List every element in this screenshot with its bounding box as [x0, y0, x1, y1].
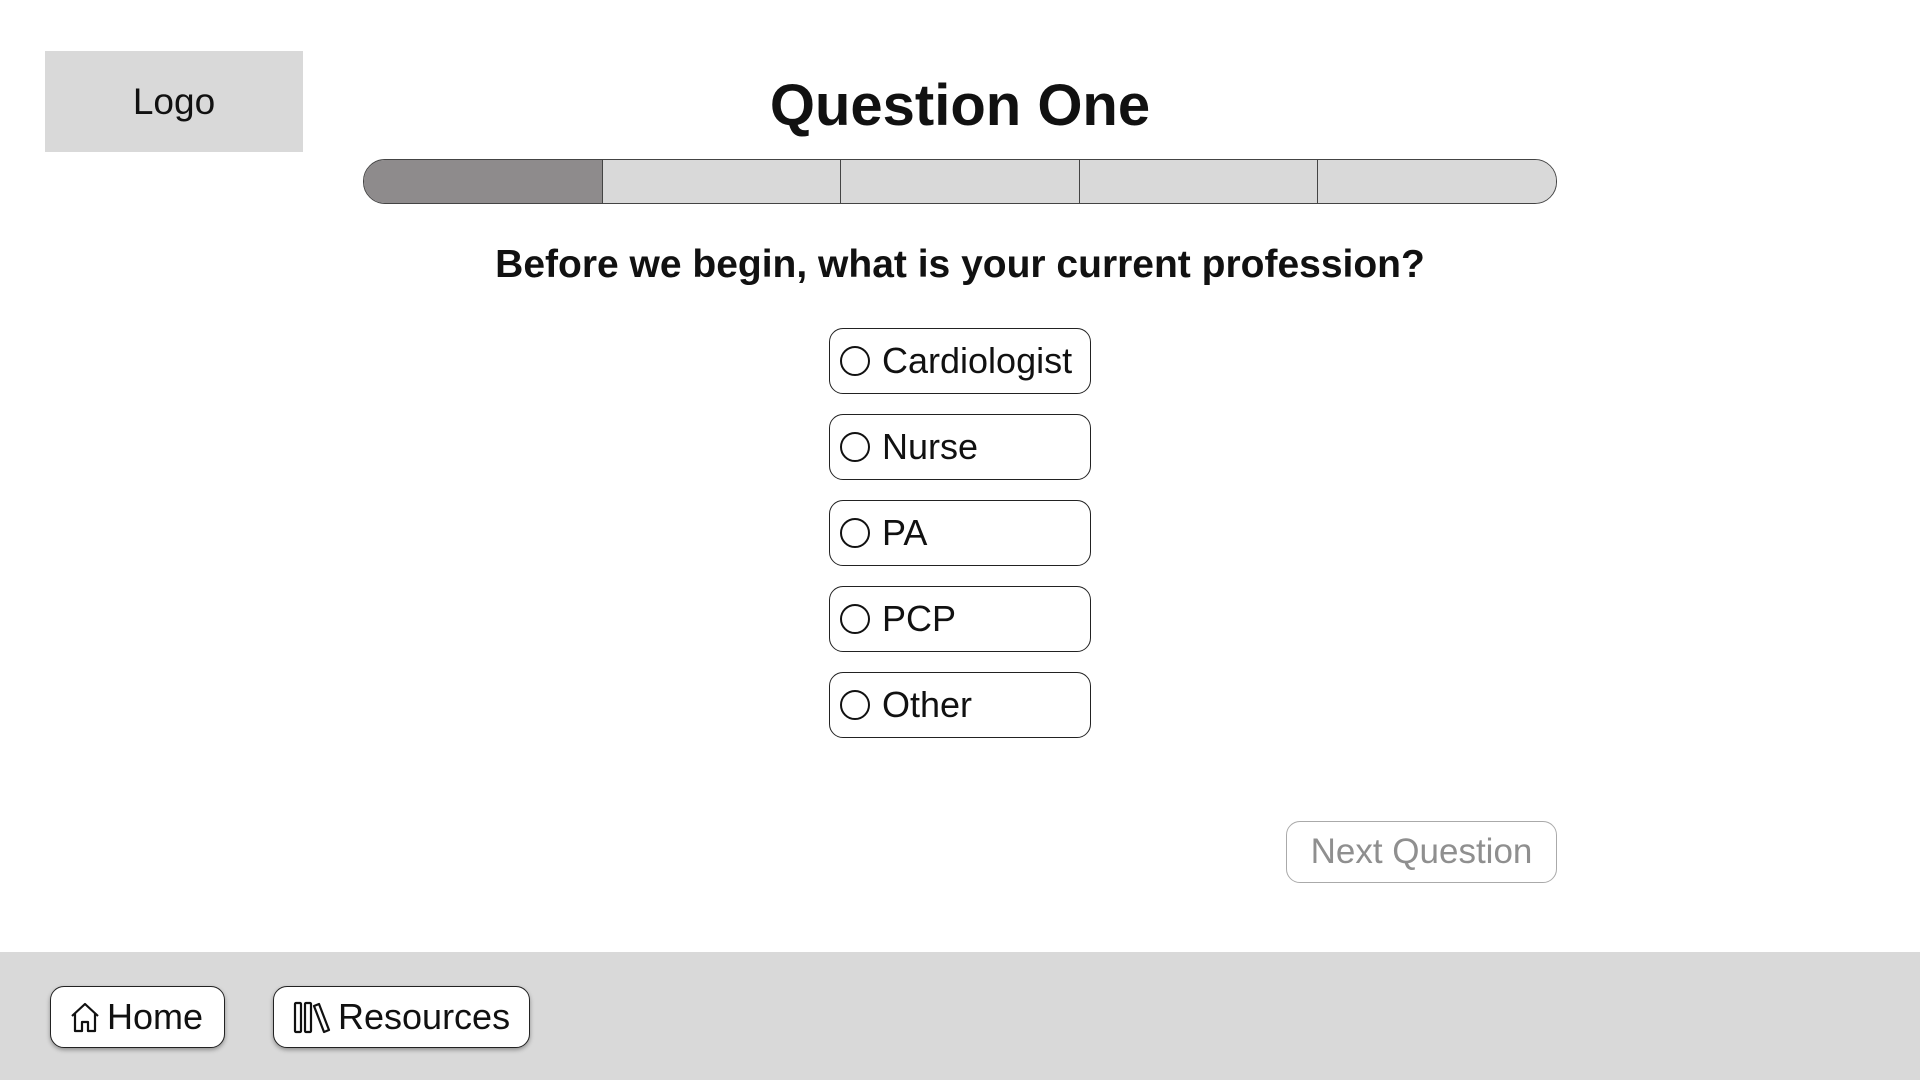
progress-segment-3 — [841, 160, 1080, 203]
resources-label: Resources — [338, 996, 511, 1037]
option-nurse[interactable]: Nurse — [829, 414, 1091, 480]
home-label: Home — [107, 996, 204, 1037]
option-label: PA — [882, 512, 928, 553]
progress-segment-2 — [602, 160, 842, 203]
option-cardiologist[interactable]: Cardiologist — [829, 328, 1091, 394]
page-title: Question One — [769, 73, 1151, 138]
progress-segment-4 — [1079, 160, 1319, 203]
radio-button-icon[interactable] — [840, 346, 870, 376]
next-question-button[interactable]: Next Question — [1286, 821, 1557, 883]
option-pcp[interactable]: PCP — [829, 586, 1091, 652]
radio-button-icon[interactable] — [840, 432, 870, 462]
radio-button-icon[interactable] — [840, 690, 870, 720]
option-label: PCP — [882, 598, 957, 639]
survey-page: Logo Question One Before we begin, what … — [0, 0, 1920, 1080]
progress-segment-5 — [1318, 160, 1556, 203]
home-icon — [69, 1000, 101, 1034]
radio-button-icon[interactable] — [840, 604, 870, 634]
option-pa[interactable]: PA — [829, 500, 1091, 566]
answer-options: Cardiologist Nurse PA PCP Other — [829, 328, 1091, 758]
radio-button-icon[interactable] — [840, 518, 870, 548]
library-icon — [292, 999, 332, 1035]
progress-bar — [363, 159, 1557, 204]
question-text: Before we begin, what is your current pr… — [495, 243, 1425, 286]
home-button[interactable]: Home — [50, 986, 225, 1048]
option-label: Cardiologist — [882, 340, 1073, 381]
option-label: Other — [882, 684, 973, 725]
resources-button[interactable]: Resources — [273, 986, 530, 1048]
footer-bar: Home Resources — [0, 952, 1920, 1080]
option-label: Nurse — [882, 426, 979, 467]
progress-segment-1 — [364, 160, 603, 203]
option-other[interactable]: Other — [829, 672, 1091, 738]
